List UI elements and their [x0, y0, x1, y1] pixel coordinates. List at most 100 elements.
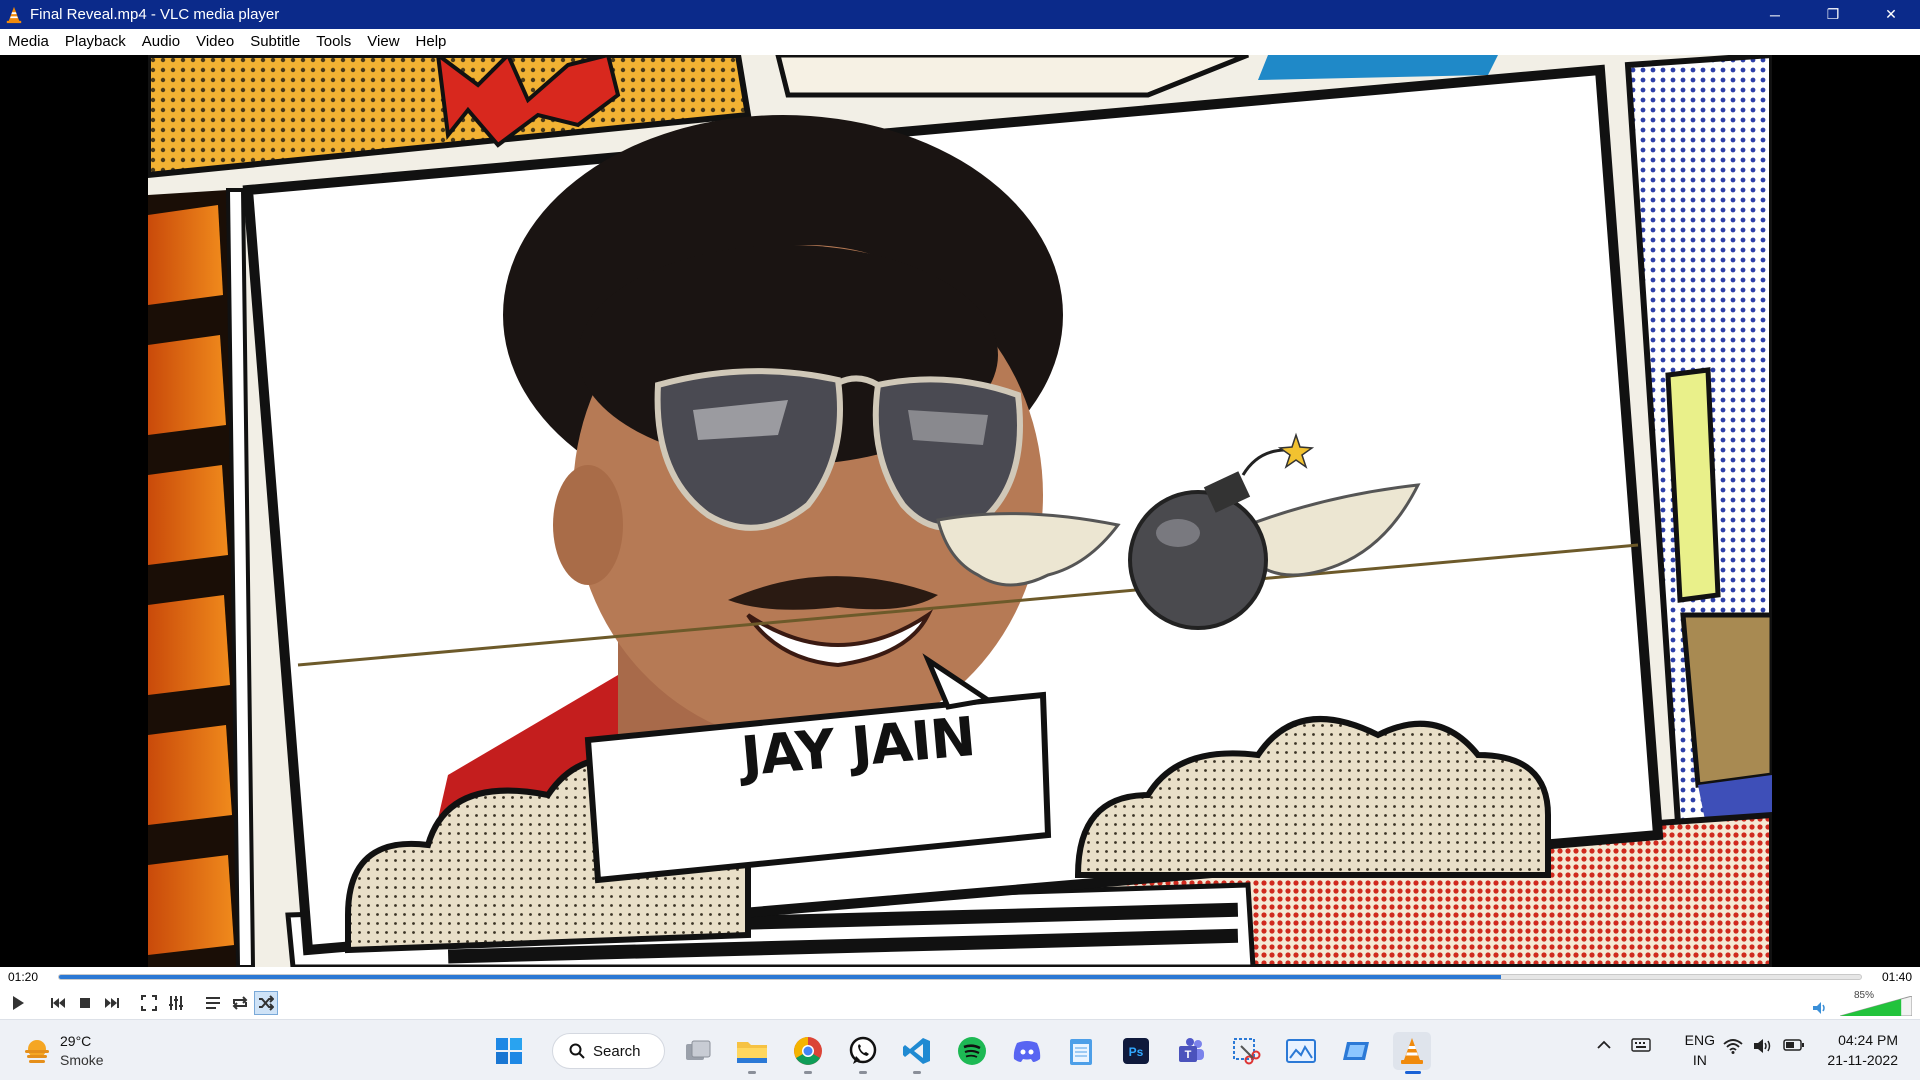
photoshop-icon: Ps: [1123, 1038, 1149, 1064]
snipping-tool-app[interactable]: [1227, 1032, 1265, 1070]
show-hidden-icons-button[interactable]: [1596, 1038, 1612, 1054]
menu-help[interactable]: Help: [408, 29, 455, 55]
menu-audio[interactable]: Audio: [134, 29, 188, 55]
playlist-icon: [206, 997, 220, 1009]
menu-media[interactable]: Media: [0, 29, 57, 55]
start-button[interactable]: [490, 1032, 528, 1070]
playlist-button[interactable]: [201, 991, 225, 1015]
remote-desktop-app[interactable]: [1337, 1032, 1375, 1070]
close-button[interactable]: ✕: [1862, 0, 1920, 29]
vlc-cone-icon: [6, 6, 22, 23]
restore-button[interactable]: ❐: [1804, 0, 1862, 29]
video-frame: JAY JAIN: [148, 55, 1772, 967]
photos-icon: [1286, 1039, 1316, 1063]
fullscreen-button[interactable]: [137, 991, 161, 1015]
window-title: Final Reveal.mp4 - VLC media player: [30, 6, 280, 23]
play-button[interactable]: [6, 991, 30, 1015]
weather-haze-icon: [25, 1040, 49, 1063]
seek-row: 01:20 01:40: [0, 967, 1920, 987]
search-icon: [569, 1043, 585, 1059]
wifi-status[interactable]: [1723, 1038, 1743, 1057]
teams-icon: T: [1179, 1038, 1204, 1062]
total-time: 01:40: [1881, 970, 1912, 984]
system-clock[interactable]: 04:24 PM 21-11-2022: [1827, 1030, 1898, 1070]
chrome-icon: [794, 1037, 822, 1065]
battery-icon: [1783, 1039, 1804, 1051]
spotify-icon: [958, 1037, 986, 1065]
remote-desktop-icon: [1343, 1042, 1369, 1060]
next-button[interactable]: [100, 991, 124, 1015]
previous-icon: [51, 998, 65, 1008]
keyboard-icon: [1631, 1038, 1651, 1052]
task-view-icon: [686, 1040, 711, 1060]
notepad-icon: [1070, 1039, 1092, 1065]
photos-app[interactable]: [1282, 1032, 1320, 1070]
menu-view[interactable]: View: [359, 29, 407, 55]
seek-slider[interactable]: [58, 974, 1862, 980]
vscode-icon: [903, 1038, 930, 1064]
language-code: ENG: [1684, 1032, 1715, 1048]
chrome-app[interactable]: [789, 1032, 827, 1074]
svg-text:Ps: Ps: [1129, 1045, 1144, 1059]
chevron-up-icon: [1597, 1040, 1611, 1049]
shuffle-button[interactable]: [254, 991, 278, 1015]
search-label: Search: [593, 1042, 641, 1060]
equalizer-icon: [169, 996, 183, 1010]
teams-app[interactable]: T: [1172, 1032, 1210, 1070]
volume-icon: [1754, 1039, 1771, 1053]
loop-icon: [232, 996, 248, 1010]
snipping-tool-icon: [1233, 1038, 1261, 1065]
vlc-app[interactable]: [1393, 1032, 1431, 1074]
loop-button[interactable]: [228, 991, 252, 1015]
language-region: IN: [1692, 1052, 1707, 1068]
notepad-app[interactable]: [1062, 1032, 1100, 1070]
menu-playback[interactable]: Playback: [57, 29, 134, 55]
keyboard-button[interactable]: [1631, 1038, 1651, 1055]
extended-settings-button[interactable]: [164, 991, 188, 1015]
video-still: [148, 55, 1772, 967]
windows-logo-icon: [496, 1038, 522, 1064]
battery-status[interactable]: [1783, 1038, 1805, 1055]
minimize-button[interactable]: ─: [1746, 0, 1804, 29]
whatsapp-icon: [849, 1036, 877, 1064]
shuffle-icon: [259, 995, 274, 1011]
taskbar: 29°C Smoke Search Ps T ENG IN 04:24 PM 2…: [0, 1019, 1920, 1080]
volume-slider[interactable]: [1840, 996, 1912, 1016]
current-time: 01:20: [8, 970, 39, 984]
volume-status[interactable]: [1753, 1038, 1773, 1057]
speaker-icon[interactable]: [1812, 1001, 1828, 1015]
stop-icon: [80, 998, 90, 1008]
photoshop-app[interactable]: Ps: [1117, 1032, 1155, 1070]
language-indicator[interactable]: ENG IN: [1685, 1030, 1715, 1070]
clock-time: 04:24 PM: [1838, 1032, 1898, 1048]
menu-subtitle[interactable]: Subtitle: [242, 29, 308, 55]
title-bar: Final Reveal.mp4 - VLC media player ─ ❐ …: [0, 0, 1920, 29]
previous-button[interactable]: [46, 991, 70, 1015]
taskbar-search[interactable]: Search: [552, 1033, 665, 1069]
video-area[interactable]: JAY JAIN: [0, 55, 1920, 967]
menu-tools[interactable]: Tools: [308, 29, 359, 55]
weather-widget[interactable]: 29°C Smoke: [22, 1032, 104, 1070]
volume-control[interactable]: 85%: [1812, 990, 1912, 1016]
seek-progress: [59, 975, 1501, 979]
discord-icon: [1013, 1041, 1041, 1062]
playback-controls: 85%: [0, 987, 1920, 1019]
spotify-app[interactable]: [953, 1032, 991, 1070]
vlc-cone-icon: [1401, 1038, 1423, 1064]
weather-temperature: 29°C: [60, 1033, 92, 1049]
clock-date: 21-11-2022: [1827, 1052, 1898, 1068]
vscode-app[interactable]: [898, 1032, 936, 1074]
wifi-icon: [1723, 1039, 1743, 1054]
play-icon: [13, 996, 24, 1010]
folder-icon: [737, 1042, 767, 1063]
task-view-button[interactable]: [679, 1032, 717, 1070]
menu-bar: Media Playback Audio Video Subtitle Tool…: [0, 29, 1920, 55]
file-explorer-app[interactable]: [733, 1032, 771, 1074]
whatsapp-app[interactable]: [844, 1032, 882, 1074]
weather-condition: Smoke: [60, 1052, 104, 1068]
menu-video[interactable]: Video: [188, 29, 242, 55]
svg-text:T: T: [1185, 1049, 1192, 1061]
discord-app[interactable]: [1008, 1032, 1046, 1070]
fullscreen-icon: [141, 995, 157, 1011]
stop-button[interactable]: [73, 991, 97, 1015]
